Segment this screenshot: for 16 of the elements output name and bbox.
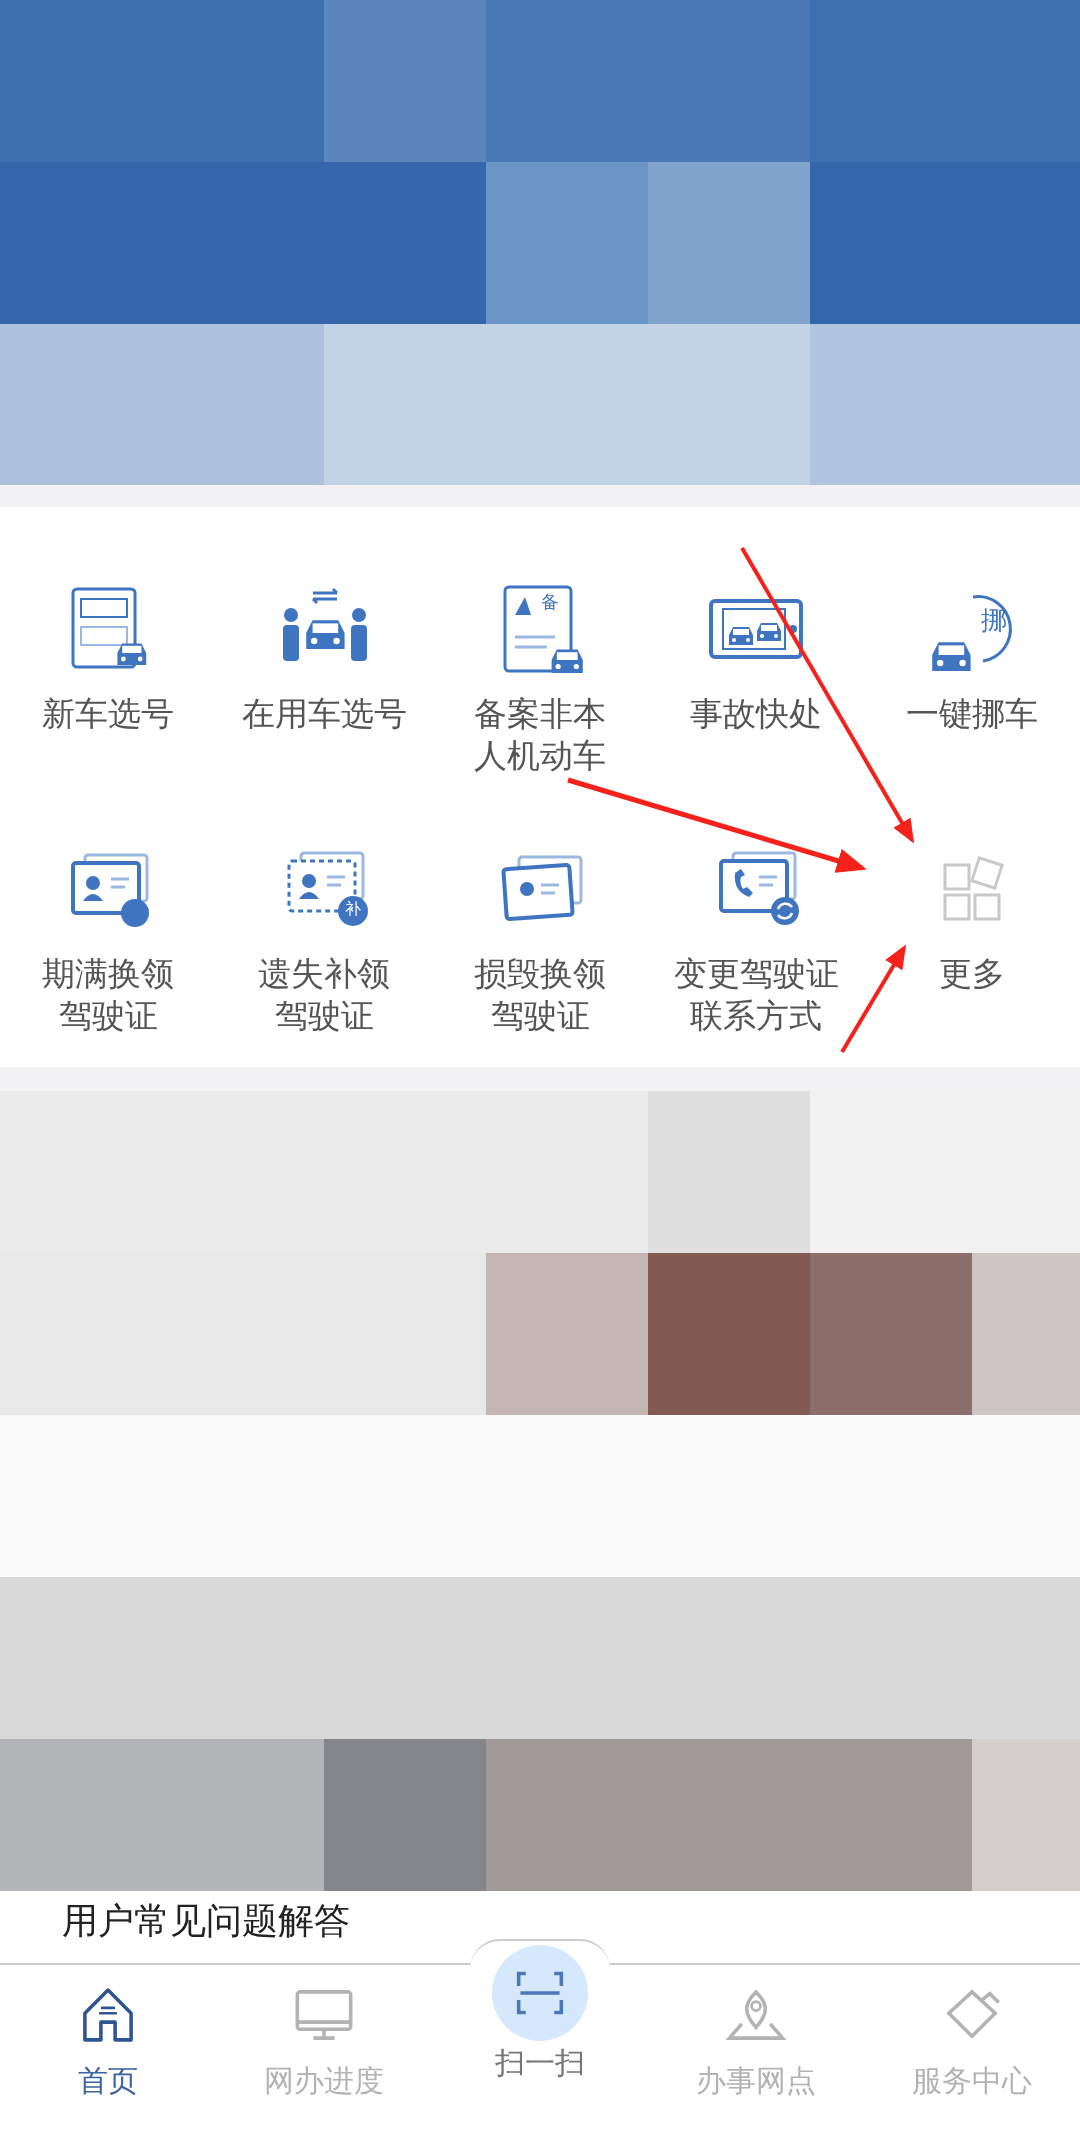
badge-text: 备 [541, 593, 559, 611]
service-button[interactable]: 变更驾驶证联系方式 [656, 841, 856, 1037]
service-button[interactable]: 新车选号 [8, 581, 208, 735]
service-button[interactable]: 补 遗失补领驾驶证 [224, 841, 424, 1037]
section-title: 用户常见问题解答 [62, 1900, 350, 1941]
service-button[interactable]: 挪 一键挪车 [872, 581, 1072, 735]
service-button[interactable]: 备 备案非本人机动车 [440, 581, 640, 777]
service-button[interactable]: 期满换领驾驶证 [8, 841, 208, 1037]
service-button[interactable]: 更多 [872, 841, 1072, 995]
tab[interactable]: 扫一扫 [432, 1941, 648, 2133]
badge-text: 补 [345, 901, 361, 917]
service-button[interactable]: 损毁换领驾驶证 [440, 841, 640, 1037]
badge-text: 挪 [981, 607, 1007, 633]
tab[interactable]: 首页 [0, 1965, 216, 2133]
service-button[interactable]: 事故快处 [656, 581, 856, 735]
service-button[interactable]: 在用车选号 [224, 581, 424, 735]
